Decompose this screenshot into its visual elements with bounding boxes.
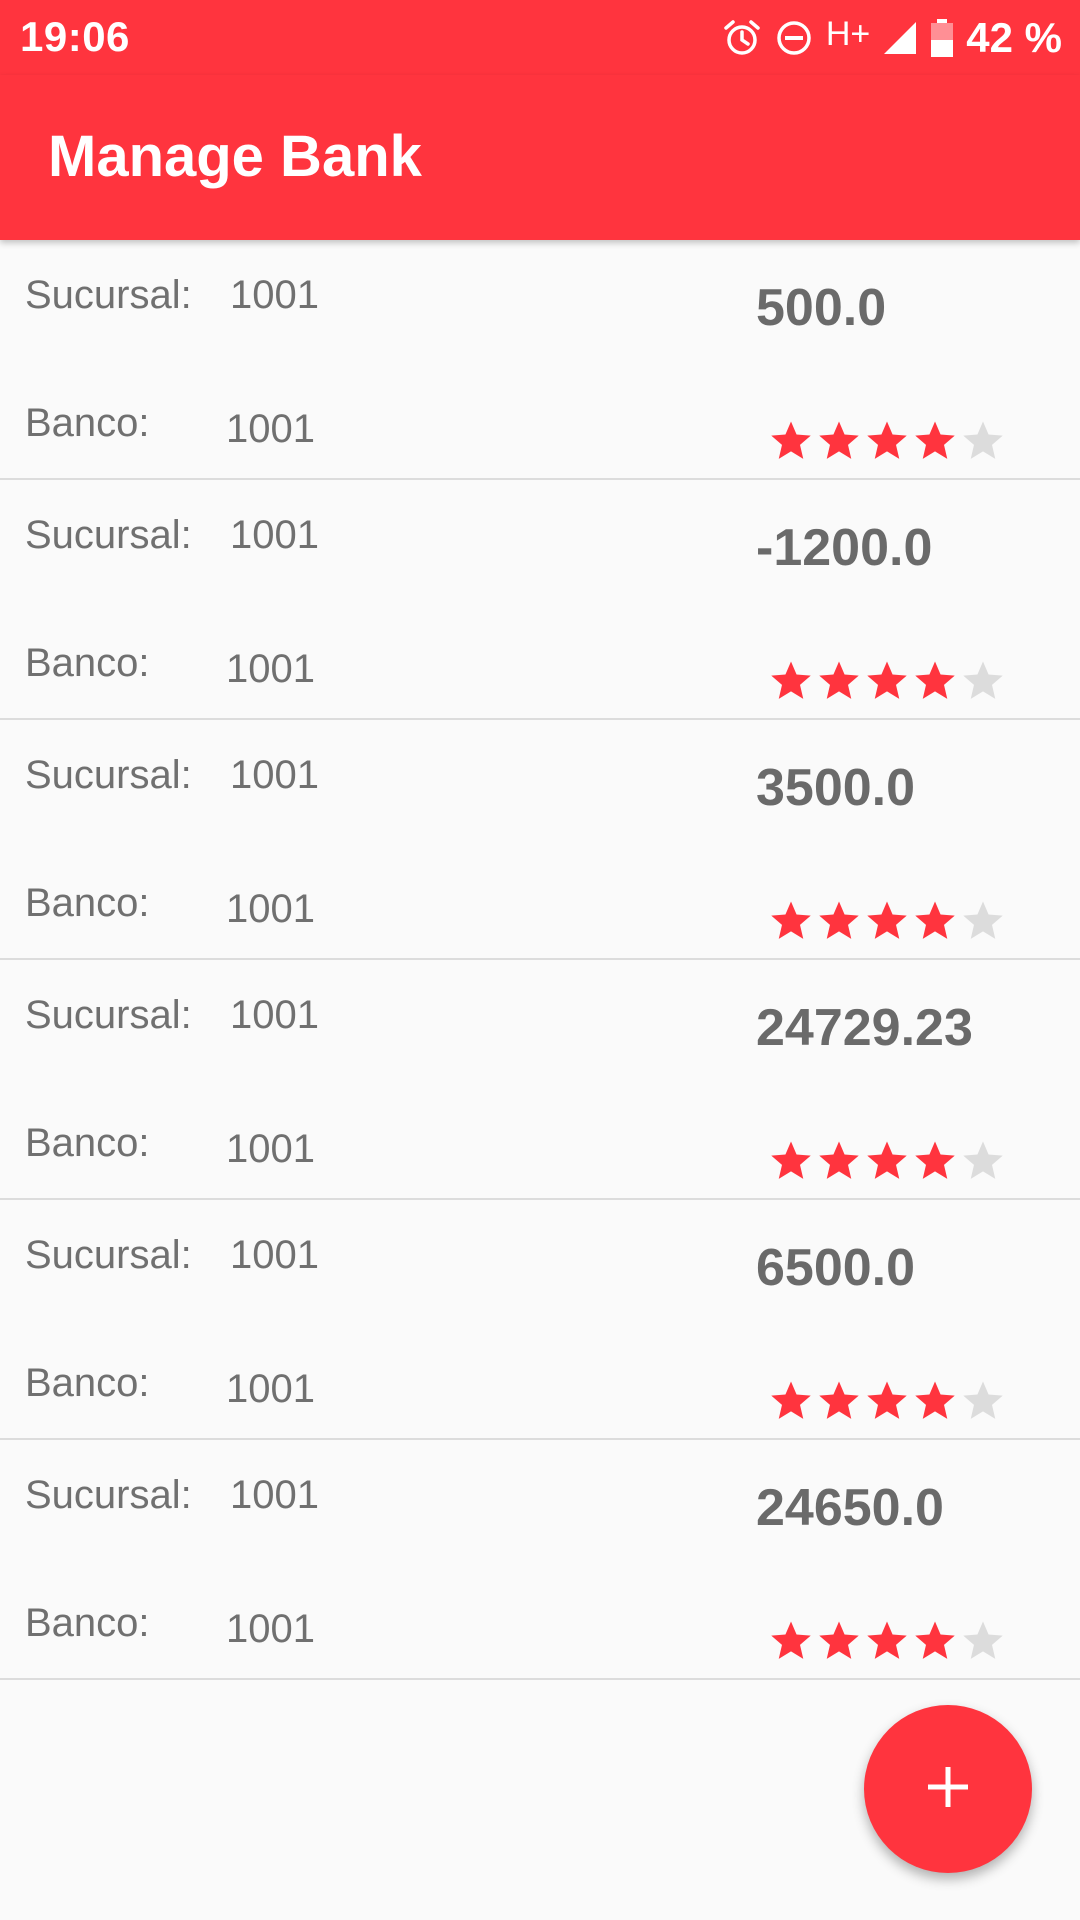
account-list: Sucursal: 1001 Banco: 1001 500.0 Sucursal: 100…	[0, 240, 1080, 1680]
star-filled-icon	[771, 1141, 811, 1179]
banco-value: 1001	[226, 1607, 315, 1651]
sucursal-label: Sucursal:	[25, 993, 192, 1037]
star-filled-icon	[915, 1141, 955, 1179]
star-filled-icon	[915, 421, 955, 459]
signal-icon	[882, 20, 918, 56]
star-filled-icon	[771, 1621, 811, 1659]
sucursal-label: Sucursal:	[25, 1473, 192, 1517]
banco-label: Banco:	[25, 1601, 150, 1645]
rating-bar[interactable]	[768, 418, 1006, 464]
do-not-disturb-icon	[774, 18, 814, 58]
account-row[interactable]: Sucursal: 1001 Banco: 1001 500.0	[0, 240, 1080, 480]
star-filled-icon	[819, 1621, 859, 1659]
account-row[interactable]: Sucursal: 1001 Banco: 1001 -1200.0	[0, 480, 1080, 720]
star-filled-icon	[915, 1381, 955, 1419]
sucursal-label: Sucursal:	[25, 273, 192, 317]
sucursal-label: Sucursal:	[25, 753, 192, 797]
battery-icon	[930, 18, 954, 58]
banco-label: Banco:	[25, 1361, 150, 1405]
star-empty-icon	[963, 1381, 1003, 1419]
network-type: H+	[825, 15, 871, 53]
plus-icon	[924, 1763, 972, 1816]
star-filled-icon	[867, 1621, 907, 1659]
rating-bar[interactable]	[768, 658, 1006, 704]
star-filled-icon	[867, 901, 907, 939]
star-filled-icon	[867, 1381, 907, 1419]
account-amount: 3500.0	[756, 759, 916, 817]
account-amount: 24650.0	[756, 1479, 944, 1537]
star-filled-icon	[771, 901, 811, 939]
rating-bar[interactable]	[768, 1618, 1006, 1664]
add-account-button[interactable]	[864, 1705, 1032, 1873]
banco-label: Banco:	[25, 881, 150, 925]
star-filled-icon	[819, 901, 859, 939]
sucursal-value: 1001	[230, 753, 319, 797]
star-empty-icon	[963, 421, 1003, 459]
rating-bar[interactable]	[768, 1378, 1006, 1424]
banco-value: 1001	[226, 647, 315, 691]
star-filled-icon	[819, 661, 859, 699]
banco-label: Banco:	[25, 401, 150, 445]
account-amount: 24729.23	[756, 999, 973, 1057]
account-row[interactable]: Sucursal: 1001 Banco: 1001 24650.0	[0, 1440, 1080, 1680]
alarm-icon	[722, 18, 762, 58]
star-filled-icon	[771, 661, 811, 699]
star-empty-icon	[963, 1141, 1003, 1179]
sucursal-value: 1001	[230, 993, 319, 1037]
app-bar: Manage Bank	[0, 75, 1080, 240]
account-amount: 500.0	[756, 279, 887, 337]
star-empty-icon	[963, 661, 1003, 699]
star-filled-icon	[771, 421, 811, 459]
star-filled-icon	[915, 1621, 955, 1659]
battery-percent: 42 %	[966, 13, 1062, 61]
star-filled-icon	[867, 661, 907, 699]
star-filled-icon	[867, 421, 907, 459]
star-filled-icon	[915, 661, 955, 699]
rating-bar[interactable]	[768, 898, 1006, 944]
banco-value: 1001	[226, 887, 315, 931]
star-empty-icon	[963, 1621, 1003, 1659]
banco-value: 1001	[226, 407, 315, 451]
star-filled-icon	[819, 1141, 859, 1179]
status-time: 19:06	[20, 13, 130, 60]
banco-value: 1001	[226, 1127, 315, 1171]
star-filled-icon	[819, 1381, 859, 1419]
account-row[interactable]: Sucursal: 1001 Banco: 1001 3500.0	[0, 720, 1080, 960]
banco-value: 1001	[226, 1367, 315, 1411]
sucursal-value: 1001	[230, 273, 319, 317]
account-row[interactable]: Sucursal: 1001 Banco: 1001 6500.0	[0, 1200, 1080, 1440]
sucursal-value: 1001	[230, 1233, 319, 1277]
banco-label: Banco:	[25, 641, 150, 685]
sucursal-label: Sucursal:	[25, 1233, 192, 1277]
account-amount: 6500.0	[756, 1239, 916, 1297]
banco-label: Banco:	[25, 1121, 150, 1165]
status-bar: 19:06 H+ 42 %	[0, 0, 1080, 75]
sucursal-value: 1001	[230, 513, 319, 557]
account-row[interactable]: Sucursal: 1001 Banco: 1001 24729.23	[0, 960, 1080, 1200]
star-filled-icon	[915, 901, 955, 939]
rating-bar[interactable]	[768, 1138, 1006, 1184]
status-icons: H+ 42 %	[722, 10, 1062, 65]
star-filled-icon	[819, 421, 859, 459]
star-filled-icon	[771, 1381, 811, 1419]
sucursal-label: Sucursal:	[25, 513, 192, 557]
account-amount: -1200.0	[756, 519, 933, 577]
sucursal-value: 1001	[230, 1473, 319, 1517]
page-title: Manage Bank	[48, 124, 422, 189]
star-empty-icon	[963, 901, 1003, 939]
star-filled-icon	[867, 1141, 907, 1179]
